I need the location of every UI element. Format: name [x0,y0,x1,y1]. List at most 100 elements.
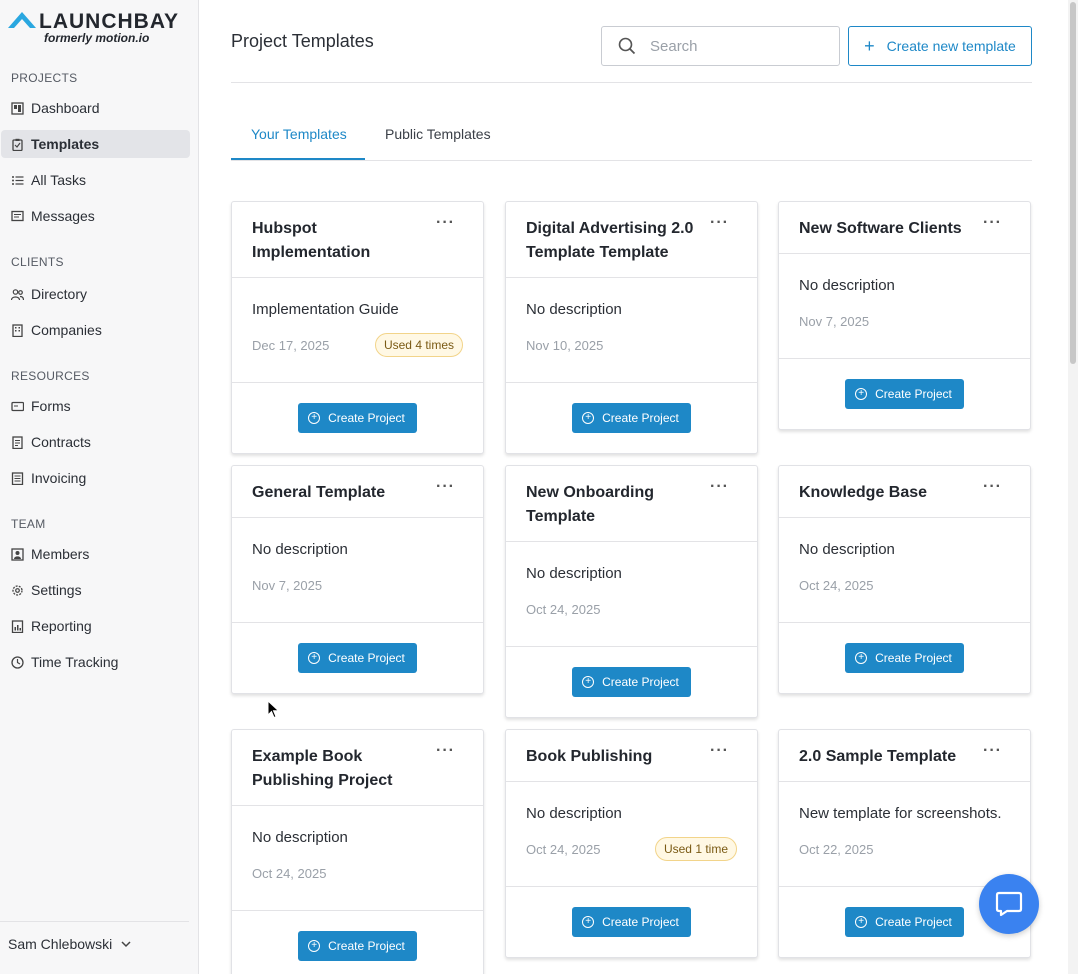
card-footer: + Create Project [506,647,757,717]
search-input[interactable] [650,37,820,55]
mouse-cursor-icon [267,700,280,719]
card-header: Digital Advertising 2.0 Template Templat… [506,202,757,278]
sidebar-item-label: Time Tracking [31,654,119,670]
more-options-icon[interactable]: ··· [983,478,1002,496]
clipboard-icon [12,138,23,151]
sidebar-item-forms[interactable]: Forms [1,392,190,420]
more-options-icon[interactable]: ··· [983,742,1002,760]
sidebar-item-settings[interactable]: Settings [1,576,190,604]
brand-logo[interactable]: LAUNCHBAY formerly motion.io [8,10,188,50]
more-options-icon[interactable]: ··· [436,478,455,496]
card-title[interactable]: Digital Advertising 2.0 Template Templat… [526,217,707,265]
more-options-icon[interactable]: ··· [710,214,729,232]
sidebar-footer: Sam Chlebowski [0,921,189,966]
chat-launcher-button[interactable] [979,874,1039,934]
sidebar-item-label: Settings [31,582,82,598]
template-card[interactable]: Book Publishing ··· No description Oct 2… [505,729,758,958]
card-date: Oct 24, 2025 [526,602,601,617]
card-date: Oct 24, 2025 [799,578,874,593]
section-title-clients: CLIENTS [11,255,64,269]
create-project-button[interactable]: + Create Project [298,403,417,433]
report-icon [11,619,24,633]
more-options-icon[interactable]: ··· [436,214,455,232]
template-card[interactable]: Hubspot Implementation ··· Implementatio… [231,201,484,454]
search-box[interactable] [601,26,840,66]
people-icon [11,288,24,300]
card-description: No description [252,541,348,558]
card-description: No description [526,301,622,318]
sidebar-item-members[interactable]: Members [1,540,190,568]
template-card[interactable]: General Template ··· No description Nov … [231,465,484,694]
sidebar-item-label: All Tasks [31,172,86,188]
sidebar-item-dashboard[interactable]: Dashboard [1,94,190,122]
card-title[interactable]: New Software Clients [799,217,980,241]
template-card[interactable]: Knowledge Base ··· No description Oct 24… [778,465,1031,694]
sidebar-item-messages[interactable]: Messages [1,202,190,230]
card-meta: Oct 24, 2025 Used 1 time [526,826,737,886]
card-date: Oct 24, 2025 [526,842,601,857]
sidebar-item-directory[interactable]: Directory [1,280,190,308]
card-title[interactable]: New Onboarding Template [526,481,707,529]
sidebar-item-reporting[interactable]: Reporting [1,612,190,640]
page-scrollbar[interactable] [1068,0,1078,974]
create-project-button[interactable]: + Create Project [572,667,691,697]
card-header: New Onboarding Template ··· [506,466,757,542]
template-card[interactable]: Example Book Publishing Project ··· No d… [231,729,484,974]
sidebar-item-label: Contracts [31,434,91,450]
card-title[interactable]: Knowledge Base [799,481,980,505]
card-date: Nov 7, 2025 [799,314,870,329]
sidebar-item-invoicing[interactable]: Invoicing [1,464,190,492]
card-title[interactable]: Example Book Publishing Project [252,745,433,793]
sidebar-item-contracts[interactable]: Contracts [1,428,190,456]
sidebar-item-templates[interactable]: Templates [1,130,190,158]
create-project-label: Create Project [602,675,679,689]
create-project-button[interactable]: + Create Project [845,643,964,673]
more-options-icon[interactable]: ··· [983,214,1002,232]
more-options-icon[interactable]: ··· [710,478,729,496]
card-meta: Oct 24, 2025 [526,586,737,646]
card-title[interactable]: Book Publishing [526,745,707,769]
card-title[interactable]: 2.0 Sample Template [799,745,980,769]
section-title-projects: PROJECTS [11,71,78,85]
sidebar-item-label: Directory [31,286,88,302]
create-project-button[interactable]: + Create Project [845,379,964,409]
sidebar-item-all-tasks[interactable]: All Tasks [1,166,190,194]
card-title[interactable]: General Template [252,481,433,505]
card-header: Book Publishing ··· [506,730,757,782]
template-card[interactable]: Digital Advertising 2.0 Template Templat… [505,201,758,454]
card-footer: + Create Project [779,623,1030,693]
card-body: No description Nov 7, 2025 [232,518,483,623]
card-title[interactable]: Hubspot Implementation [252,217,433,265]
sidebar-item-label: Reporting [31,618,92,634]
create-project-button[interactable]: + Create Project [572,403,691,433]
more-options-icon[interactable]: ··· [710,742,729,760]
sidebar-item-label: Members [31,546,90,562]
create-project-button[interactable]: + Create Project [845,907,964,937]
tab-public-templates[interactable]: Public Templates [385,126,491,142]
card-footer: + Create Project [506,383,757,453]
create-project-button[interactable]: + Create Project [298,931,417,961]
form-icon [11,401,24,411]
chat-bubble-icon [995,891,1023,917]
sidebar-item-time-tracking[interactable]: Time Tracking [1,648,190,676]
create-new-template-label: Create new template [886,38,1016,54]
card-body: New template for screenshots. Oct 22, 20… [779,782,1030,887]
brand-subtitle: formerly motion.io [44,31,150,45]
tab-your-templates[interactable]: Your Templates [251,126,347,142]
create-project-button[interactable]: + Create Project [572,907,691,937]
sidebar-item-label: Forms [31,398,71,414]
create-project-label: Create Project [602,411,679,425]
card-body: No description Oct 24, 2025 [506,542,757,647]
card-footer: + Create Project [506,887,757,957]
create-project-button[interactable]: + Create Project [298,643,417,673]
template-card[interactable]: New Software Clients ··· No description … [778,201,1031,430]
create-new-template-button[interactable]: + Create new template [848,26,1032,66]
create-project-label: Create Project [328,411,405,425]
sidebar-item-companies[interactable]: Companies [1,316,190,344]
template-card[interactable]: New Onboarding Template ··· No descripti… [505,465,758,718]
scrollbar-thumb[interactable] [1070,2,1076,364]
invoice-icon [11,471,24,485]
search-icon [618,37,636,55]
more-options-icon[interactable]: ··· [436,742,455,760]
user-menu[interactable]: Sam Chlebowski [8,936,131,952]
